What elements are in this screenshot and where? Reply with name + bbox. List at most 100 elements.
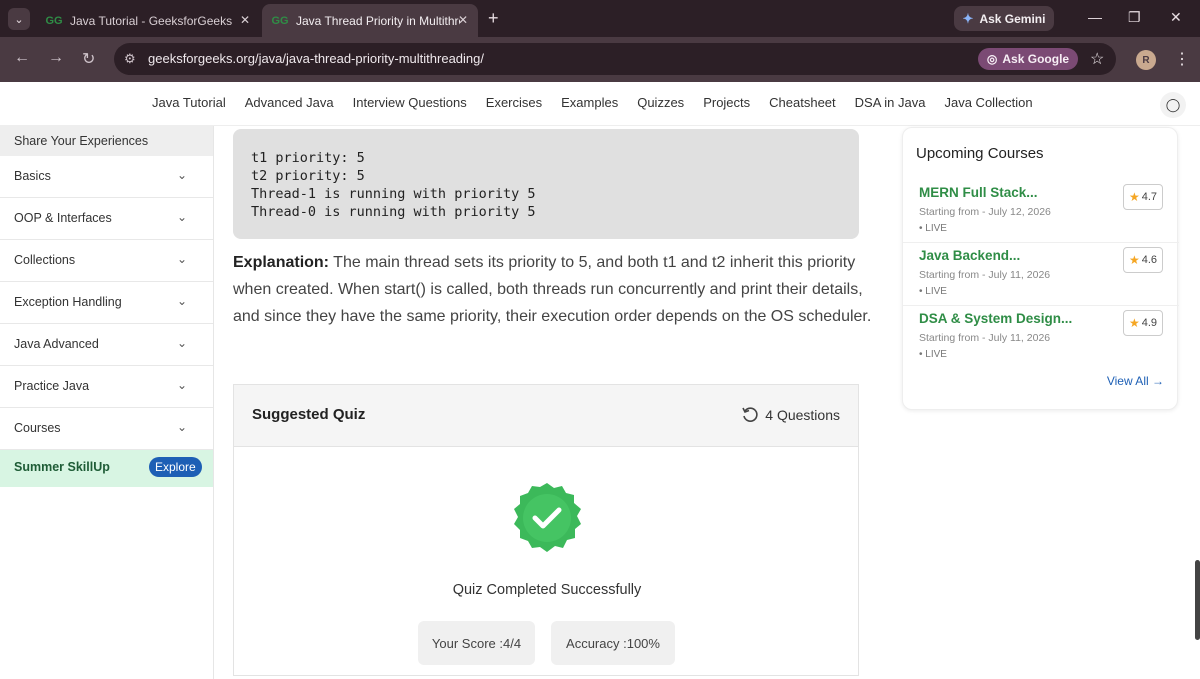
sidebar-item-basics[interactable]: Basics ⌄ [0, 156, 213, 198]
course-date: Starting from - July 11, 2026 [919, 269, 1051, 281]
sidebar-promo: Summer SkillUp Explore [0, 450, 213, 487]
ask-gemini-label: Ask Gemini [979, 11, 1046, 26]
rating-value: 4.6 [1141, 254, 1158, 266]
course-card[interactable]: DSA & System Design... Starting from - J… [903, 305, 1179, 368]
explanation-text: The main thread sets its priority to 5, … [233, 254, 872, 325]
chevron-down-icon: ⌄ [176, 336, 187, 350]
tab-java-tutorial[interactable]: GG Java Tutorial - GeeksforGeeks ✕ [36, 4, 260, 37]
nav-link[interactable]: Projects [703, 95, 750, 110]
nav-link[interactable]: Advanced Java [245, 95, 334, 110]
sidebar-share-experiences[interactable]: Share Your Experiences [0, 126, 213, 156]
url-text[interactable]: geeksforgeeks.org/java/java-thread-prior… [148, 51, 484, 66]
rating-value: 4.7 [1141, 191, 1158, 203]
quiz-title: Suggested Quiz [252, 406, 366, 423]
sidebar-item-oop[interactable]: OOP & Interfaces ⌄ [0, 198, 213, 240]
accuracy-pill: Accuracy :100% [551, 621, 675, 665]
reload-icon[interactable]: ↻ [82, 49, 95, 69]
chevron-down-icon: ⌄ [176, 378, 187, 392]
success-check-badge-icon [510, 481, 584, 555]
profile-avatar[interactable]: R [1136, 50, 1156, 70]
tab-thread-priority[interactable]: GG Java Thread Priority in Multithreadin… [262, 4, 478, 37]
browser-tab-bar: ⌄ GG Java Tutorial - GeeksforGeeks ✕ GG … [0, 0, 1200, 37]
sidebar-item-label: Courses [14, 421, 61, 435]
close-tab-icon[interactable]: ✕ [458, 13, 468, 27]
sidebar-item-java-advanced[interactable]: Java Advanced ⌄ [0, 324, 213, 366]
nav-link[interactable]: Cheatsheet [769, 95, 836, 110]
sidebar-item-collections[interactable]: Collections ⌄ [0, 240, 213, 282]
address-bar[interactable]: ⚙ geeksforgeeks.org/java/java-thread-pri… [114, 43, 1116, 75]
star-icon: ★ [1128, 190, 1140, 204]
nav-link[interactable]: Quizzes [637, 95, 684, 110]
course-rating: ★ 4.7 [1123, 184, 1163, 210]
window-close-icon[interactable]: ✕ [1170, 9, 1182, 26]
course-name[interactable]: MERN Full Stack... [919, 185, 1038, 200]
output-line: Thread-1 is running with priority 5 [251, 186, 536, 202]
sidebar-item-label: Collections [14, 253, 76, 267]
nav-link[interactable]: Java Collection [944, 95, 1032, 110]
course-status: • LIVE [919, 286, 947, 297]
maximize-icon[interactable]: ❐ [1128, 9, 1141, 26]
explanation-label: Explanation: [233, 254, 330, 271]
arrow-right-icon: → [1152, 374, 1164, 388]
course-name[interactable]: Java Backend... [919, 248, 1020, 263]
output-line: Thread-0 is running with priority 5 [251, 204, 536, 220]
chevron-down-icon: ⌄ [176, 420, 187, 434]
nav-link[interactable]: Examples [561, 95, 618, 110]
explanation-paragraph: Explanation: The main thread sets its pr… [233, 249, 873, 330]
nav-link[interactable]: Java Tutorial [152, 95, 226, 110]
site-info-icon[interactable]: ⚙ [124, 51, 136, 67]
view-all-link[interactable]: View All → [1107, 374, 1164, 388]
upcoming-courses-title: Upcoming Courses [916, 145, 1044, 162]
suggested-quiz-card: Suggested Quiz 4 Questions Quiz Complete… [233, 384, 859, 676]
nav-link[interactable]: Interview Questions [353, 95, 467, 110]
address-toolbar: ← → ↻ ⚙ geeksforgeeks.org/java/java-thre… [0, 37, 1200, 82]
nav-links: Java Tutorial Advanced Java Interview Qu… [152, 95, 1033, 110]
chevron-down-icon: ⌄ [176, 210, 187, 224]
tab-search-chevron-icon[interactable]: ⌄ [8, 8, 30, 30]
sidebar-item-label: Basics [14, 169, 51, 183]
course-rating: ★ 4.6 [1123, 247, 1163, 273]
forward-arrow-icon[interactable]: → [48, 49, 64, 67]
course-name[interactable]: DSA & System Design... [919, 311, 1072, 326]
new-tab-plus-icon[interactable]: + [488, 8, 499, 28]
explore-button[interactable]: Explore [149, 457, 202, 477]
tab-title: Java Thread Priority in Multithreading [296, 13, 460, 28]
close-tab-icon[interactable]: ✕ [240, 13, 250, 27]
tab-title: Java Tutorial - GeeksforGeeks [70, 13, 233, 28]
course-card[interactable]: Java Backend... Starting from - July 11,… [903, 242, 1179, 305]
sidebar-item-label: Practice Java [14, 379, 90, 393]
chat-bubble-icon[interactable]: ◯ [1160, 92, 1186, 118]
course-rating: ★ 4.9 [1123, 310, 1163, 336]
star-icon: ★ [1128, 316, 1140, 330]
view-all-label: View All [1106, 374, 1149, 388]
browser-menu-icon[interactable]: ⋮ [1174, 49, 1190, 69]
rating-value: 4.9 [1141, 317, 1158, 329]
ask-google-button[interactable]: ◎ Ask Google [978, 48, 1078, 70]
sidebar-item-exception-handling[interactable]: Exception Handling ⌄ [0, 282, 213, 324]
minimize-icon[interactable]: — [1088, 9, 1102, 25]
sidebar-item-label: Java Advanced [14, 337, 99, 351]
sidebar-item-label: OOP & Interfaces [14, 211, 112, 225]
sidebar: Share Your Experiences Basics ⌄ OOP & In… [0, 126, 214, 679]
sidebar-item-courses[interactable]: Courses ⌄ [0, 408, 213, 450]
course-date: Starting from - July 12, 2026 [919, 206, 1051, 218]
nav-link[interactable]: DSA in Java [855, 95, 926, 110]
bookmark-star-icon[interactable]: ☆ [1090, 49, 1104, 69]
gfg-favicon-icon: GG [45, 14, 63, 27]
quiz-header: Suggested Quiz 4 Questions [234, 385, 858, 447]
output-line: t2 priority: 5 [251, 168, 365, 184]
star-icon: ★ [1128, 253, 1140, 267]
quiz-question-count[interactable]: 4 Questions [741, 406, 840, 424]
sidebar-item-practice-java[interactable]: Practice Java ⌄ [0, 366, 213, 408]
course-status: • LIVE [919, 223, 947, 234]
ask-gemini-button[interactable]: ✦ Ask Gemini [954, 6, 1054, 31]
lens-icon: ◎ [986, 52, 998, 66]
chevron-down-icon: ⌄ [176, 294, 187, 308]
nav-link[interactable]: Exercises [486, 95, 542, 110]
gfg-favicon-icon: GG [271, 14, 289, 27]
page-scrollbar[interactable] [1195, 560, 1200, 640]
back-arrow-icon[interactable]: ← [14, 49, 30, 67]
chevron-down-icon: ⌄ [176, 168, 187, 182]
retry-icon [742, 407, 758, 422]
course-card[interactable]: MERN Full Stack... Starting from - July … [903, 180, 1179, 243]
